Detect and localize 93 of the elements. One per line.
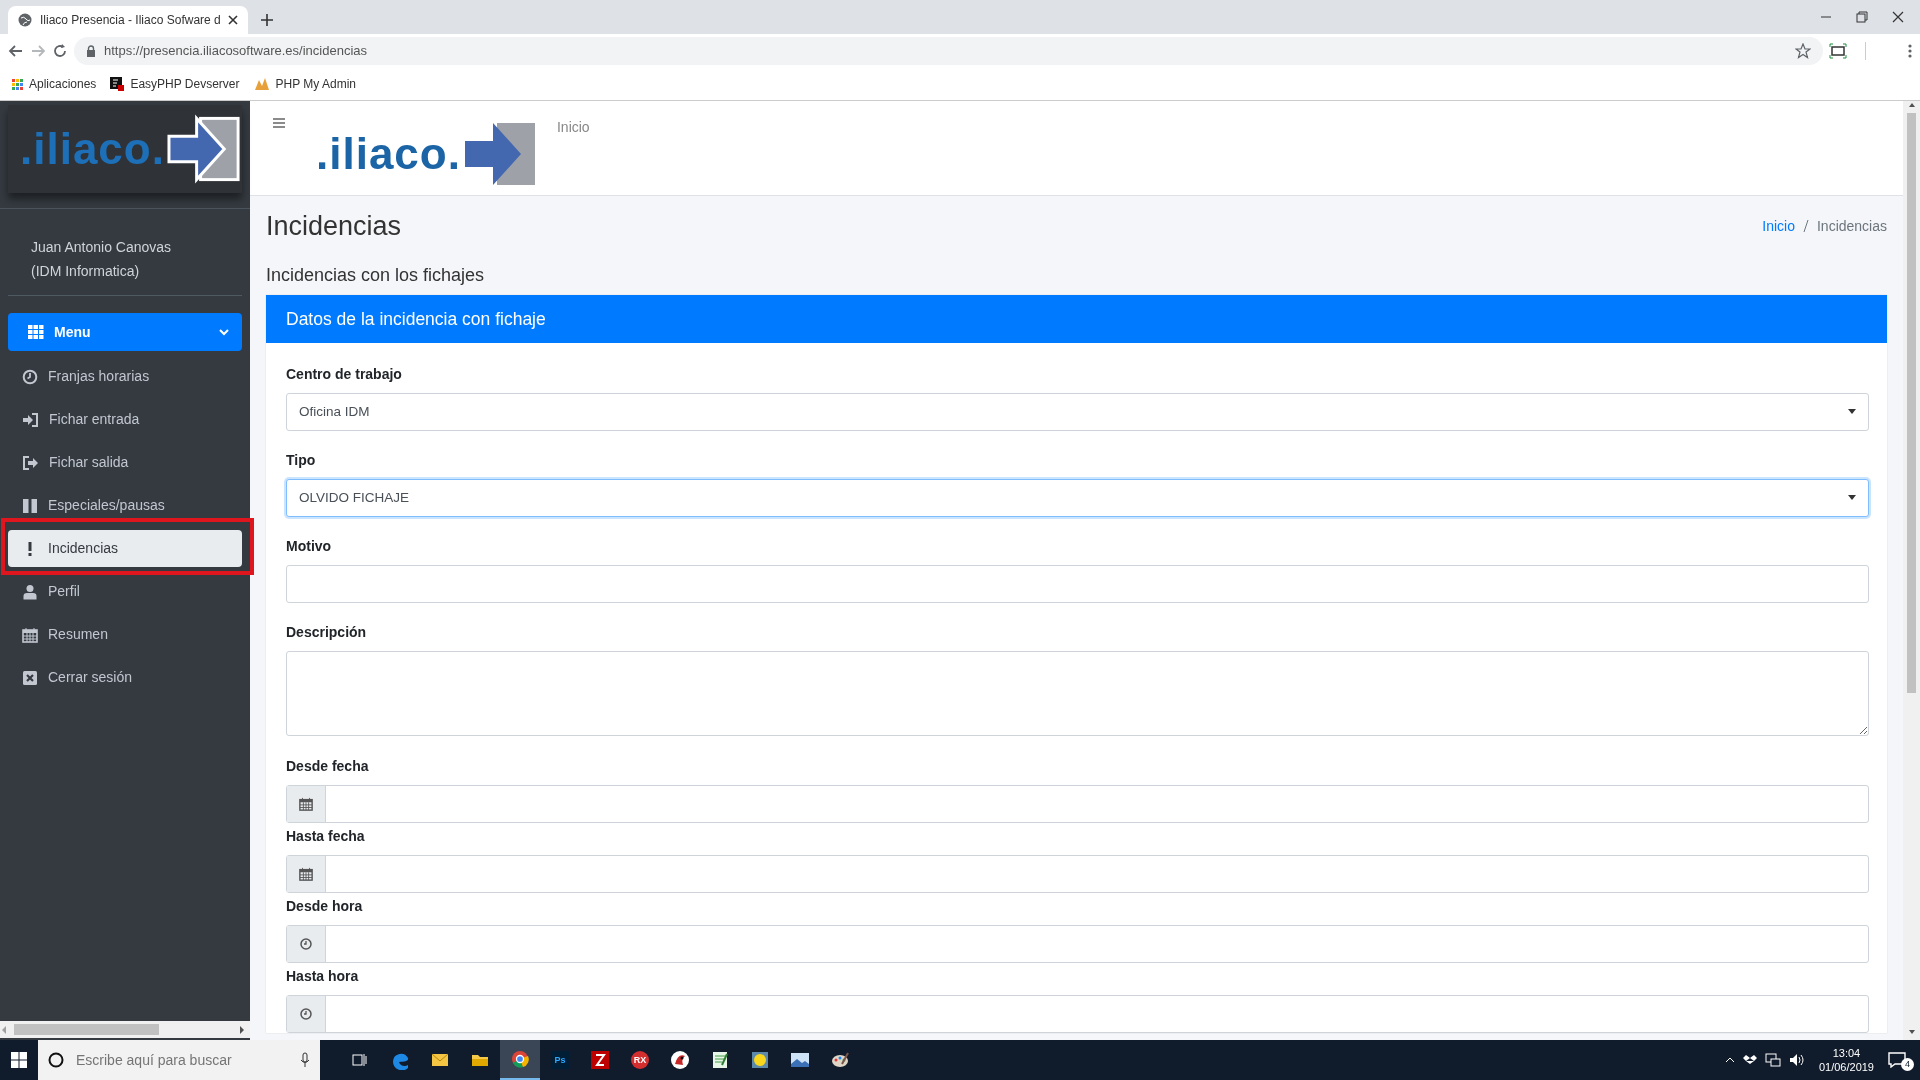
search-icon [48, 1052, 64, 1068]
user-icon [22, 583, 38, 600]
taskbar-button[interactable]: Ps [540, 1040, 580, 1080]
pause-icon [22, 497, 38, 514]
bookmark[interactable]: Aplicaciones [12, 75, 97, 93]
sail-icon [253, 77, 270, 91]
square-icon [110, 77, 125, 91]
url-text: https://presencia.iliacosoftware.es/incidencias [104, 42, 369, 61]
date-field[interactable] [286, 855, 1869, 894]
calendar-icon [299, 867, 313, 882]
sign-out-icon [22, 454, 39, 471]
icon-label: Ps [554, 1055, 566, 1065]
sidebar-item[interactable]: Perfil [8, 573, 242, 610]
grid-icon [28, 325, 44, 339]
lock-icon [86, 45, 96, 57]
arrow-logo-icon [166, 114, 242, 184]
user-company: (IDM Informatica) [31, 262, 141, 281]
nav-link[interactable]: Inicio [556, 117, 590, 138]
windows-start-icon[interactable] [11, 1052, 27, 1068]
calendar-icon [22, 626, 38, 643]
globe-icon [18, 13, 32, 27]
rx-icon[interactable] [630, 1050, 650, 1070]
field-label: Hasta hora [286, 967, 360, 987]
chrome-icon[interactable] [500, 1040, 540, 1080]
taskbar-button[interactable]: RX [620, 1040, 660, 1080]
sidebar-item[interactable]: Fichar entrada [8, 401, 242, 438]
field-label: Desde fecha [286, 757, 370, 777]
time-field[interactable] [286, 995, 1869, 1034]
star-icon[interactable] [1795, 43, 1811, 59]
page-title: Incidencias [266, 210, 402, 243]
field-label: Tipo [286, 451, 317, 471]
field-label: Desde hora [286, 897, 364, 917]
volume-icon[interactable] [1788, 1053, 1805, 1067]
caret-icon [1848, 409, 1856, 416]
close-box-icon [22, 669, 38, 686]
apps-grid-icon [12, 78, 23, 90]
text-field[interactable] [286, 565, 1869, 604]
date-field[interactable] [286, 785, 1869, 824]
clock-icon [300, 938, 312, 951]
logo-text: .iliaco. [316, 128, 461, 180]
microphone-icon [300, 1052, 310, 1068]
select-field[interactable]: OLVIDO FICHAJE [286, 479, 1869, 518]
new-tab-icon[interactable] [260, 13, 274, 27]
select-field[interactable]: Oficina IDM [286, 393, 1869, 432]
notification-count: 4 [1901, 1058, 1914, 1071]
sidebar-item[interactable]: Resumen [8, 616, 242, 653]
icon-label: RX [633, 1055, 647, 1065]
separator-icon [1802, 219, 1809, 234]
chevron-up-icon[interactable] [1724, 1057, 1735, 1063]
field-label: Descripción [286, 623, 368, 643]
menu-icon[interactable] [272, 117, 286, 129]
caret-icon [1848, 495, 1856, 502]
user-name[interactable]: Juan Antonio Canovas [31, 235, 219, 259]
clock-icon [22, 368, 38, 385]
tab-title: Iliaco Presencia - Iliaco Sofware d [40, 12, 220, 29]
dropbox-icon[interactable] [1742, 1054, 1757, 1066]
more-icon[interactable] [1908, 44, 1912, 58]
sign-in-icon [22, 411, 39, 428]
breadcrumb-link[interactable]: Inicio [1762, 215, 1795, 237]
bookmark[interactable]: PHP My Admin [253, 75, 356, 93]
clock-icon [300, 1008, 312, 1021]
sidebar-item[interactable]: Cerrar sesión [8, 659, 242, 696]
scroll-right-icon[interactable] [238, 1024, 246, 1035]
browser-tab[interactable]: Iliaco Presencia - Iliaco Sofware d [8, 6, 248, 34]
horizontal-scrollbar[interactable] [0, 1021, 250, 1038]
network-icon[interactable] [1764, 1053, 1781, 1067]
field-label: Motivo [286, 537, 333, 557]
time-field[interactable] [286, 925, 1869, 964]
address-bar[interactable]: https://presencia.iliacosoftware.es/incidencias [74, 37, 1823, 65]
field-label: Centro de trabajo [286, 365, 403, 385]
logo-text: .iliaco. [20, 123, 165, 175]
field-label: Hasta fecha [286, 827, 366, 847]
section-title: Incidencias con los fichajes [266, 264, 486, 288]
reload-icon[interactable] [52, 43, 68, 59]
clock[interactable]: 13:04 01/06/2019 [1812, 1046, 1880, 1074]
menu-button[interactable]: Menu [8, 313, 242, 351]
close-icon[interactable] [228, 15, 238, 25]
close-icon[interactable] [1892, 11, 1904, 23]
breadcrumb-current: Incidencias [1816, 216, 1887, 236]
card-header: Datos de la incidencia con fichaje [266, 295, 1887, 344]
calendar-icon [299, 797, 313, 812]
sidebar-item[interactable]: Fichar salida [8, 444, 242, 481]
restore-icon[interactable] [1856, 11, 1868, 23]
search-input[interactable]: Escribe aquí para buscar [74, 1048, 290, 1072]
bookmark[interactable]: EasyPHP Devserver [110, 75, 240, 93]
vertical-scrollbar[interactable] [1903, 101, 1920, 1040]
capture-icon[interactable] [1829, 43, 1847, 59]
sidebar-item[interactable]: Especiales/pausas [8, 487, 242, 524]
sidebar-item[interactable]: Incidencias [8, 530, 242, 567]
search-bar[interactable]: Escribe aquí para buscar [38, 1040, 320, 1080]
scroll-down-icon[interactable] [1907, 1028, 1916, 1036]
back-icon[interactable] [8, 43, 24, 59]
sidebar-item[interactable]: Franjas horarias [8, 358, 242, 395]
